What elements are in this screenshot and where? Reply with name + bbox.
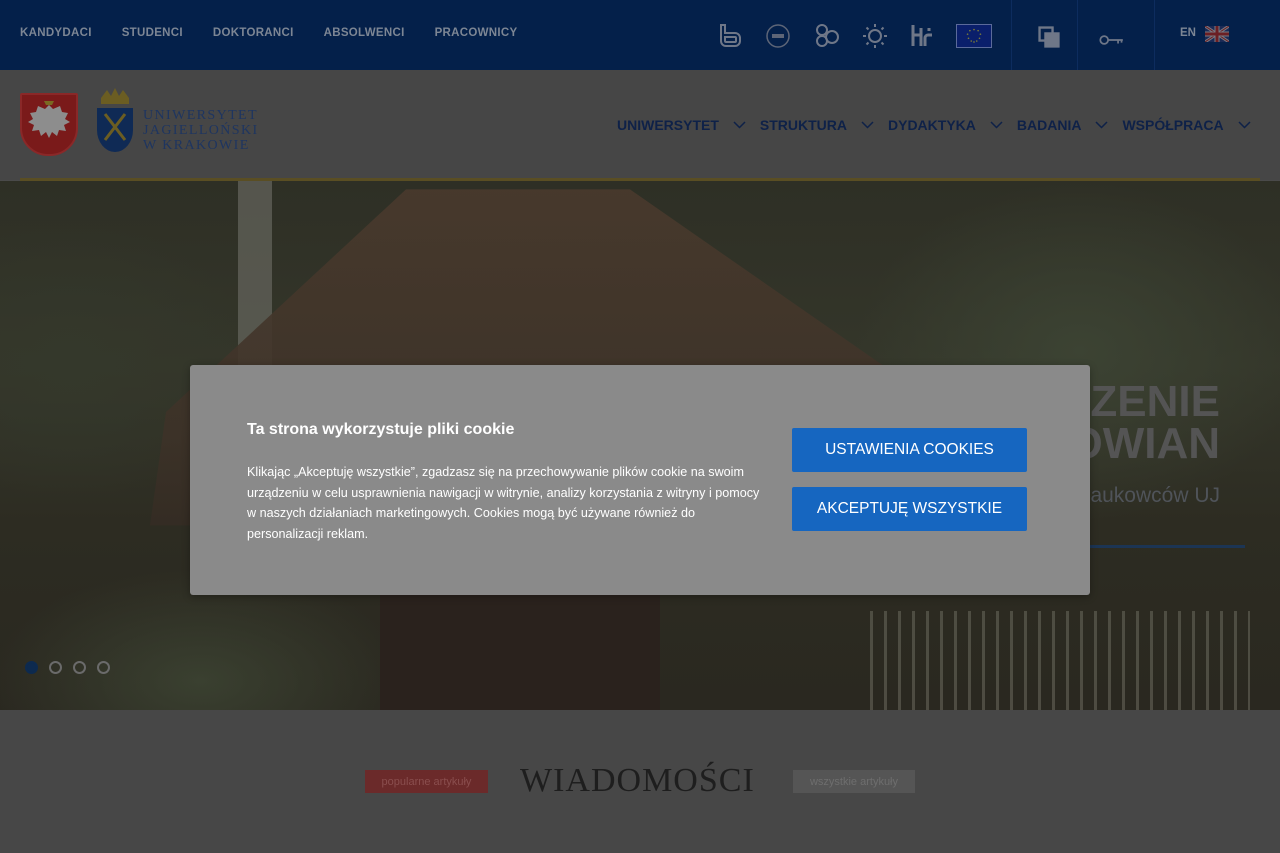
cookie-consent-dialog: Ta strona wykorzystuje pliki cookie Klik…: [190, 365, 1090, 595]
divider: [1077, 0, 1078, 70]
hr-icon[interactable]: [909, 22, 935, 48]
slider-dot-1[interactable]: [25, 661, 38, 674]
chevron-down-icon: [1095, 121, 1108, 129]
uk-flag-icon[interactable]: [1204, 24, 1230, 44]
eu-flag-icon[interactable]: [956, 24, 992, 48]
chevron-down-icon: [1238, 121, 1251, 129]
cookie-title: Ta strona wykorzystuje pliki cookie: [247, 421, 515, 438]
slider-dot-2[interactable]: [49, 661, 62, 674]
language-switch[interactable]: EN: [1180, 27, 1196, 39]
nav-label: STRUKTURA: [759, 117, 847, 133]
nav-link-kandydaci[interactable]: KANDYDACI: [20, 27, 92, 39]
top-bar: KANDYDACI STUDENCI DOKTORANCI ABSOLWENCI…: [0, 0, 1280, 70]
all-articles-tab[interactable]: wszystkie artykuły: [793, 770, 915, 793]
slider-dot-3[interactable]: [73, 661, 86, 674]
nav-label: DYDAKTYKA: [888, 117, 976, 133]
audience-nav: KANDYDACI STUDENCI DOKTORANCI ABSOLWENCI…: [20, 27, 517, 39]
divider: [1011, 0, 1012, 70]
key-icon[interactable]: [1099, 27, 1129, 45]
nav-struktura[interactable]: STRUKTURA: [760, 117, 874, 133]
nav-label: BADANIA: [1016, 117, 1082, 133]
polish-eagle-emblem[interactable]: [20, 93, 78, 156]
accept-all-cookies-button[interactable]: AKCEPTUJĘ WSZYSTKIE: [792, 487, 1027, 531]
chevron-down-icon: [990, 121, 1003, 129]
university-name[interactable]: UNIWERSYTET JAGIELLOŃSKI W KRAKOWIE: [143, 108, 259, 153]
groups-icon[interactable]: [813, 22, 839, 48]
slider-dot-4[interactable]: [97, 661, 110, 674]
accessibility-b-icon[interactable]: [717, 22, 743, 48]
nav-wspolpraca[interactable]: WSPÓŁPRACA: [1122, 117, 1251, 133]
windows-icon[interactable]: [1036, 24, 1060, 48]
news-heading: WIADOMOŚCI: [520, 762, 755, 799]
university-name-line-2: JAGIELLOŃSKI: [143, 123, 259, 138]
uj-crest-logo[interactable]: [93, 86, 137, 158]
nav-label: WSPÓŁPRACA: [1122, 117, 1224, 133]
nav-dydaktyka[interactable]: DYDAKTYKA: [888, 117, 1003, 133]
sun-icon[interactable]: [862, 22, 888, 48]
nav-link-doktoranci[interactable]: DOKTORANCI: [213, 27, 294, 39]
hero-image-hut-wall: [380, 581, 660, 710]
nav-link-studenci[interactable]: STUDENCI: [122, 27, 183, 39]
news-section: popularne artykuły WIADOMOŚCI wszystkie …: [0, 710, 1280, 853]
nav-badania[interactable]: BADANIA: [1017, 117, 1109, 133]
university-name-line-3: W KRAKOWIE: [143, 138, 250, 153]
divider: [1154, 0, 1155, 70]
slider-dots: [25, 661, 110, 674]
chevron-down-icon: [733, 121, 746, 129]
popular-articles-tab[interactable]: popularne artykuły: [365, 770, 488, 793]
nav-link-pracownicy[interactable]: PRACOWNICY: [435, 27, 518, 39]
main-nav: UNIWERSYTET STRUKTURA DYDAKTYKA BADANIA …: [617, 117, 1265, 133]
hero-image-fence: [870, 611, 1250, 710]
chevron-down-icon: [861, 121, 874, 129]
university-name-line-1: UNIWERSYTET: [143, 108, 258, 123]
nav-label: UNIWERSYTET: [617, 117, 719, 133]
nav-link-absolwenci[interactable]: ABSOLWENCI: [324, 27, 405, 39]
badge-icon[interactable]: [765, 22, 791, 48]
nav-uniwersytet[interactable]: UNIWERSYTET: [617, 117, 746, 133]
site-header: UNIWERSYTET JAGIELLOŃSKI W KRAKOWIE UNIW…: [0, 70, 1280, 180]
cookie-settings-button[interactable]: USTAWIENIA COOKIES: [792, 428, 1027, 472]
cookie-text: Klikając „Akceptuję wszystkie”, zgadzasz…: [247, 465, 760, 541]
